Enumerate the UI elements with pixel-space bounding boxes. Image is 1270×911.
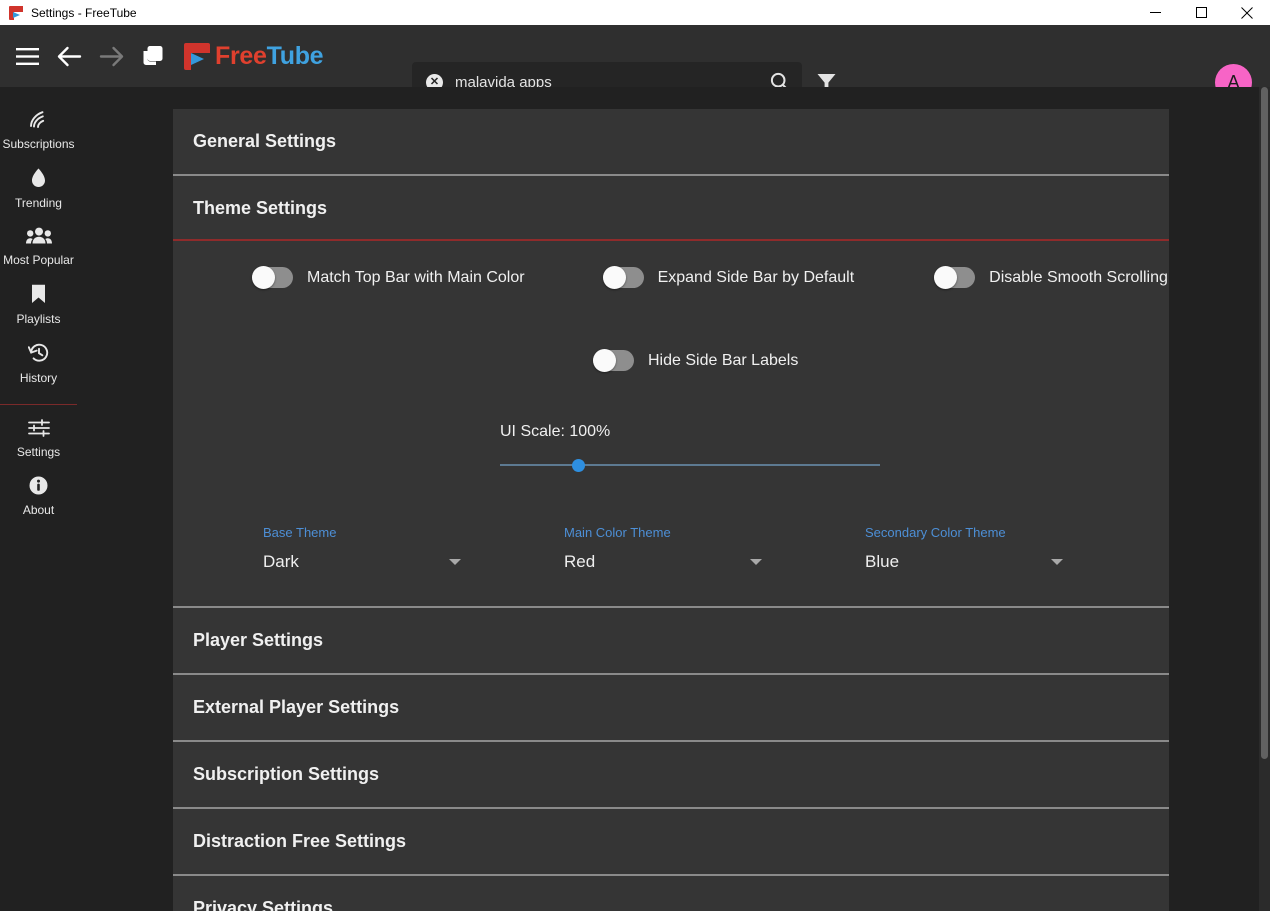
section-title: External Player Settings xyxy=(193,697,400,717)
ui-scale-control: UI Scale: 100% xyxy=(500,423,880,472)
sidebar-item-subscriptions[interactable]: Subscriptions xyxy=(0,101,77,160)
dropdown-main-color-theme[interactable]: Main Color Theme Red xyxy=(564,525,764,572)
sliders-icon xyxy=(27,419,50,442)
freetube-mark-icon xyxy=(184,42,210,70)
chevron-down-icon[interactable] xyxy=(750,559,762,565)
bookmark-icon xyxy=(31,284,46,309)
settings-section-theme[interactable]: Theme Settings Match Top Bar with Main C… xyxy=(173,174,1169,606)
section-title: Theme Settings xyxy=(193,198,328,218)
settings-section-external-player[interactable]: External Player Settings xyxy=(173,673,1169,740)
minimize-icon[interactable] xyxy=(1132,0,1178,25)
dropdown-value: Blue xyxy=(865,552,900,571)
sidebar-item-playlists[interactable]: Playlists xyxy=(0,276,77,335)
sidebar-divider xyxy=(0,404,77,405)
brand-free-text: Free xyxy=(215,41,267,70)
section-title: Distraction Free Settings xyxy=(193,831,407,851)
close-icon[interactable] xyxy=(1224,0,1270,25)
sidebar-item-label: Most Popular xyxy=(3,253,74,267)
toggle-switch[interactable] xyxy=(593,349,634,372)
dropdown-value: Red xyxy=(564,552,596,571)
sidebar-item-most-popular[interactable]: Most Popular xyxy=(0,219,77,276)
history-clock-icon xyxy=(27,343,50,368)
info-circle-icon xyxy=(29,476,48,500)
sidebar-item-label: About xyxy=(22,503,55,517)
toggle-switch[interactable] xyxy=(934,266,976,289)
content-scrollbar[interactable] xyxy=(1259,87,1270,911)
scrollbar-thumb[interactable] xyxy=(1261,87,1268,759)
toggle-label: Match Top Bar with Main Color xyxy=(307,268,525,286)
copy-window-icon[interactable] xyxy=(134,37,172,75)
ui-scale-label: UI Scale: 100% xyxy=(500,423,611,440)
dropdown-secondary-color-theme[interactable]: Secondary Color Theme Blue xyxy=(865,525,1065,572)
settings-section-privacy[interactable]: Privacy Settings xyxy=(173,874,1169,911)
toggle-label: Hide Side Bar Labels xyxy=(648,351,799,369)
settings-section-general[interactable]: General Settings xyxy=(173,109,1169,174)
settings-section-player[interactable]: Player Settings xyxy=(173,606,1169,673)
top-nav-buttons xyxy=(8,37,172,75)
section-title: Subscription Settings xyxy=(193,764,380,784)
toggle-label: Expand Side Bar by Default xyxy=(657,268,855,286)
toggle-switch[interactable] xyxy=(252,266,293,289)
toggle-switch[interactable] xyxy=(602,266,644,289)
freetube-brand-logo[interactable]: FreeTube xyxy=(184,41,324,71)
chevron-down-icon[interactable] xyxy=(449,559,461,565)
sidebar-item-label: Settings xyxy=(16,445,61,459)
dropdown-base-theme[interactable]: Base Theme Dark xyxy=(263,525,463,572)
settings-sections-list: General Settings Theme Settings Match To… xyxy=(173,109,1169,911)
theme-toggles-row-1: Match Top Bar with Main Color Expand Sid… xyxy=(193,266,1168,289)
settings-section-distraction-free[interactable]: Distraction Free Settings xyxy=(173,807,1169,874)
settings-section-subscription[interactable]: Subscription Settings xyxy=(173,740,1169,807)
window-title-bar: Settings - FreeTube xyxy=(0,0,1270,25)
settings-content: General Settings Theme Settings Match To… xyxy=(77,87,1270,911)
slider-track-bar xyxy=(500,464,880,466)
app-body: Subscriptions Trending Most Popular Play… xyxy=(0,87,1270,911)
sidebar-item-history[interactable]: History xyxy=(0,335,77,394)
theme-toggles-row-2: Hide Side Bar Labels xyxy=(593,349,1149,372)
brand-tube-text: Tube xyxy=(266,41,324,70)
section-title: General Settings xyxy=(193,131,337,151)
dropdown-label: Base Theme xyxy=(263,525,337,540)
theme-settings-body: Match Top Bar with Main Color Expand Sid… xyxy=(173,241,1169,606)
window-controls xyxy=(1132,0,1270,25)
sidebar-item-label: Trending xyxy=(15,196,62,210)
arrow-right-icon[interactable] xyxy=(92,37,130,75)
window-title: Settings - FreeTube xyxy=(31,5,137,20)
sidebar-item-settings[interactable]: Settings xyxy=(0,411,77,468)
toggle-disable-smooth-scrolling[interactable]: Disable Smooth Scrolling xyxy=(934,266,1168,289)
section-title: Privacy Settings xyxy=(193,898,334,911)
theme-dropdowns-row: Base Theme Dark Main Color Theme Red Sec… xyxy=(263,525,1149,572)
dropdown-label: Main Color Theme xyxy=(564,525,671,540)
top-navigation-bar: FreeTube ✕ A xyxy=(0,25,1270,102)
title-bar-left: Settings - FreeTube xyxy=(0,5,137,20)
toggle-match-top-bar[interactable]: Match Top Bar with Main Color xyxy=(252,266,525,289)
chevron-down-icon[interactable] xyxy=(1051,559,1063,565)
toggle-hide-side-bar-labels[interactable]: Hide Side Bar Labels xyxy=(593,349,799,372)
brand-wordmark: FreeTube xyxy=(215,41,324,71)
section-title: Player Settings xyxy=(193,630,324,650)
toggle-expand-side-bar[interactable]: Expand Side Bar by Default xyxy=(602,266,855,289)
flame-icon xyxy=(31,168,46,193)
dropdown-label: Secondary Color Theme xyxy=(865,525,1006,540)
arrow-left-icon[interactable] xyxy=(50,37,88,75)
sidebar-item-label: Subscriptions xyxy=(2,137,75,151)
maximize-icon[interactable] xyxy=(1178,0,1224,25)
sidebar: Subscriptions Trending Most Popular Play… xyxy=(0,87,77,911)
sidebar-item-trending[interactable]: Trending xyxy=(0,160,77,219)
sidebar-item-label: Playlists xyxy=(16,312,61,326)
people-group-icon xyxy=(25,227,52,250)
dropdown-value: Dark xyxy=(263,552,299,571)
slider-thumb[interactable] xyxy=(572,459,585,472)
sidebar-item-label: History xyxy=(19,371,58,385)
freetube-logo-icon xyxy=(9,5,23,20)
toggle-label: Disable Smooth Scrolling xyxy=(989,268,1168,286)
hamburger-menu-icon[interactable] xyxy=(8,37,46,75)
sidebar-item-about[interactable]: About xyxy=(0,468,77,526)
rss-icon xyxy=(28,109,50,134)
ui-scale-slider[interactable] xyxy=(500,459,880,472)
